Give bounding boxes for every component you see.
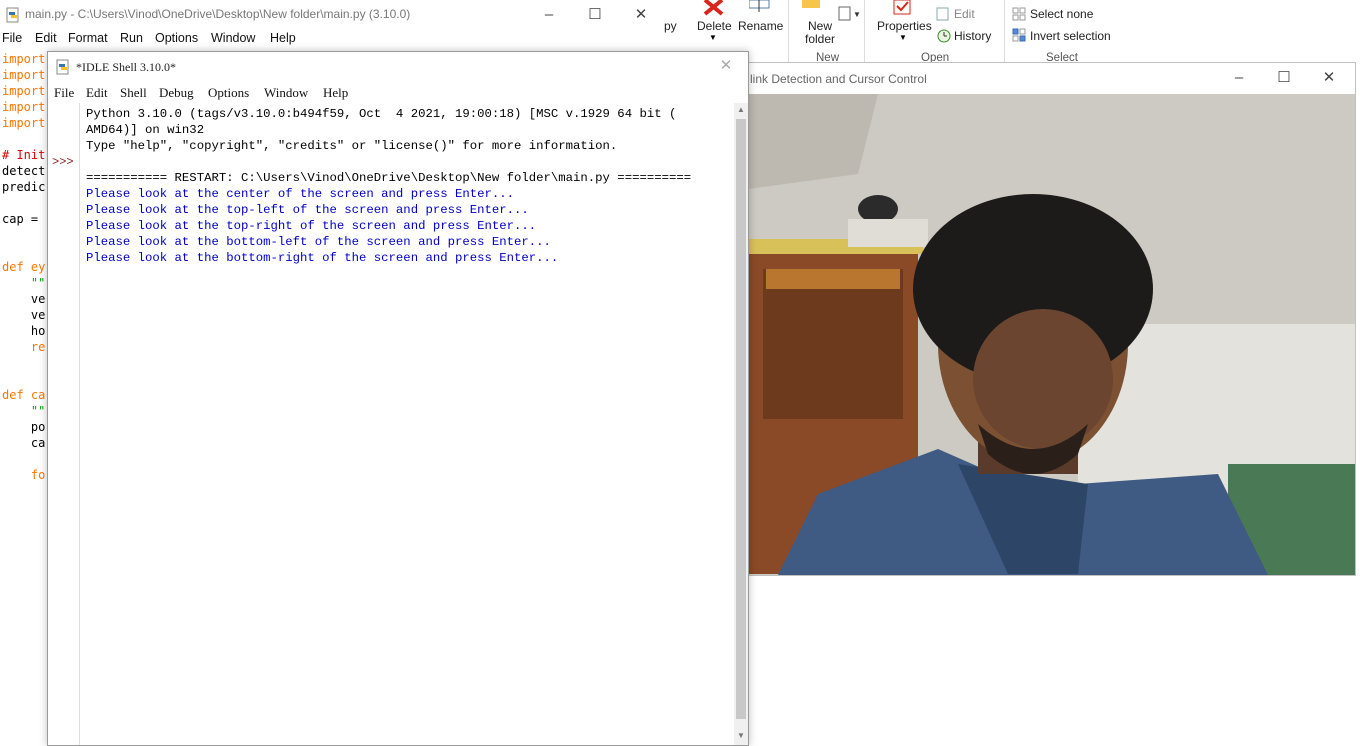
camera-titlebar[interactable]: link Detection and Cursor Control – ☐ ✕ (748, 63, 1355, 94)
editor-title: main.py - C:\Users\Vinod\OneDrive\Deskto… (25, 7, 411, 21)
menu-file[interactable]: File (54, 85, 74, 101)
shell-scrollbar[interactable]: ▲ ▼ (734, 103, 748, 745)
shell-title: *IDLE Shell 3.10.0* (76, 60, 176, 74)
maximize-button[interactable]: ☐ (584, 4, 606, 26)
shell-prompt-gutter: >>> (48, 103, 80, 745)
chevron-down-icon[interactable]: ▼ (899, 33, 907, 42)
code-line: ho (2, 324, 46, 338)
close-button[interactable]: ✕ (630, 4, 652, 26)
code-line: def ey (2, 260, 46, 274)
new-item-icon[interactable]: ▼ (838, 6, 860, 22)
menu-file[interactable]: File (2, 31, 22, 45)
scroll-up-arrow-icon[interactable]: ▲ (737, 105, 745, 114)
menu-run[interactable]: Run (120, 31, 143, 45)
code-line: po (2, 420, 46, 434)
menu-options[interactable]: Options (208, 85, 249, 101)
code-line: "" (2, 276, 46, 290)
python-file-icon (6, 7, 19, 23)
menu-format[interactable]: Format (68, 31, 108, 45)
menu-debug[interactable]: Debug (159, 85, 194, 101)
code-line: cap = (2, 212, 39, 226)
edit-icon (936, 7, 949, 21)
shell-menubar: File Edit Shell Debug Options Window Hel… (48, 85, 748, 103)
close-button[interactable]: ✕ (1318, 67, 1340, 89)
menu-shell[interactable]: Shell (120, 85, 147, 101)
rename-button[interactable]: Rename (738, 19, 783, 33)
scrollbar-thumb[interactable] (736, 119, 746, 719)
webcam-frame-image (748, 94, 1355, 575)
ribbon-separator (864, 0, 865, 64)
minimize-button[interactable]: – (538, 4, 560, 26)
select-none-icon (1012, 7, 1026, 21)
delete-icon (703, 0, 724, 16)
code-line: "" (2, 404, 46, 418)
menu-window[interactable]: Window (211, 31, 255, 45)
minimize-button[interactable]: – (1228, 67, 1250, 89)
menu-window[interactable]: Window (264, 85, 308, 101)
shell-banner-line: Type "help", "copyright", "credits" or "… (86, 139, 618, 153)
code-line: ve (2, 308, 46, 322)
properties-icon (893, 0, 911, 15)
ribbon-separator (788, 0, 789, 64)
properties-button[interactable]: Properties (877, 19, 932, 33)
new-folder-icon (802, 0, 820, 8)
python-shell-icon (56, 59, 69, 75)
code-line: ve (2, 292, 46, 306)
menu-edit[interactable]: Edit (35, 31, 57, 45)
shell-banner-line: AMD64)] on win32 (86, 123, 205, 137)
camera-window: link Detection and Cursor Control – ☐ ✕ (747, 62, 1356, 576)
chevron-down-icon[interactable]: ▼ (709, 33, 717, 42)
code-line: import (2, 84, 46, 98)
history-button[interactable]: History (954, 29, 991, 43)
code-line: fo (2, 468, 46, 482)
program-output-line: Please look at the top-right of the scre… (86, 219, 537, 233)
code-line: import (2, 116, 46, 130)
menu-help[interactable]: Help (323, 85, 348, 101)
program-output-line: Please look at the bottom-right of the s… (86, 251, 559, 265)
scroll-down-arrow-icon[interactable]: ▼ (737, 731, 745, 740)
code-line: import (2, 52, 46, 66)
ribbon-separator (1004, 0, 1005, 64)
code-editor[interactable]: import import import import import # Init dete… (0, 52, 48, 692)
delete-button[interactable]: Delete (697, 19, 732, 33)
menu-help[interactable]: Help (270, 31, 296, 45)
invert-selection-icon (1012, 28, 1026, 42)
rename-icon (749, 0, 770, 12)
code-line: re (2, 340, 46, 354)
shell-titlebar[interactable]: *IDLE Shell 3.10.0* ✕ (48, 52, 748, 82)
menu-edit[interactable]: Edit (86, 85, 108, 101)
shell-prompt: >>> (52, 155, 74, 169)
code-line: # Init (2, 148, 46, 162)
program-output-line: Please look at the bottom-left of the sc… (86, 235, 551, 249)
maximize-button[interactable]: ☐ (1273, 67, 1295, 89)
svg-text:▼: ▼ (853, 10, 860, 19)
shell-banner-line: =========== RESTART: C:\Users\Vinod\OneD… (86, 171, 692, 185)
code-line: import (2, 100, 46, 114)
code-line: def ca (2, 388, 46, 402)
program-output-line: Please look at the top-left of the scree… (86, 203, 529, 217)
camera-title: link Detection and Cursor Control (750, 72, 927, 86)
program-output-line: Please look at the center of the screen … (86, 187, 515, 201)
editor-titlebar[interactable]: main.py - C:\Users\Vinod\OneDrive\Deskto… (0, 0, 664, 30)
close-button[interactable]: ✕ (715, 55, 737, 77)
menu-options[interactable]: Options (155, 31, 198, 45)
code-line: detect (2, 164, 46, 178)
select-none-button[interactable]: Select none (1030, 7, 1093, 21)
invert-selection-button[interactable]: Invert selection (1030, 29, 1111, 43)
code-line: import (2, 68, 46, 82)
code-line: ca (2, 436, 46, 450)
new-folder-button[interactable]: New folder (800, 20, 840, 46)
idle-shell-window: *IDLE Shell 3.10.0* ✕ File Edit Shell De… (47, 51, 749, 746)
history-icon (937, 29, 951, 43)
copy-label-partial[interactable]: py (664, 19, 677, 33)
shell-banner-line: Python 3.10.0 (tags/v3.10.0:b494f59, Oct… (86, 107, 677, 121)
webcam-feed (748, 94, 1355, 575)
edit-button[interactable]: Edit (954, 7, 975, 21)
shell-output-area[interactable]: Python 3.10.0 (tags/v3.10.0:b494f59, Oct… (80, 103, 732, 745)
code-line: predic (2, 180, 46, 194)
